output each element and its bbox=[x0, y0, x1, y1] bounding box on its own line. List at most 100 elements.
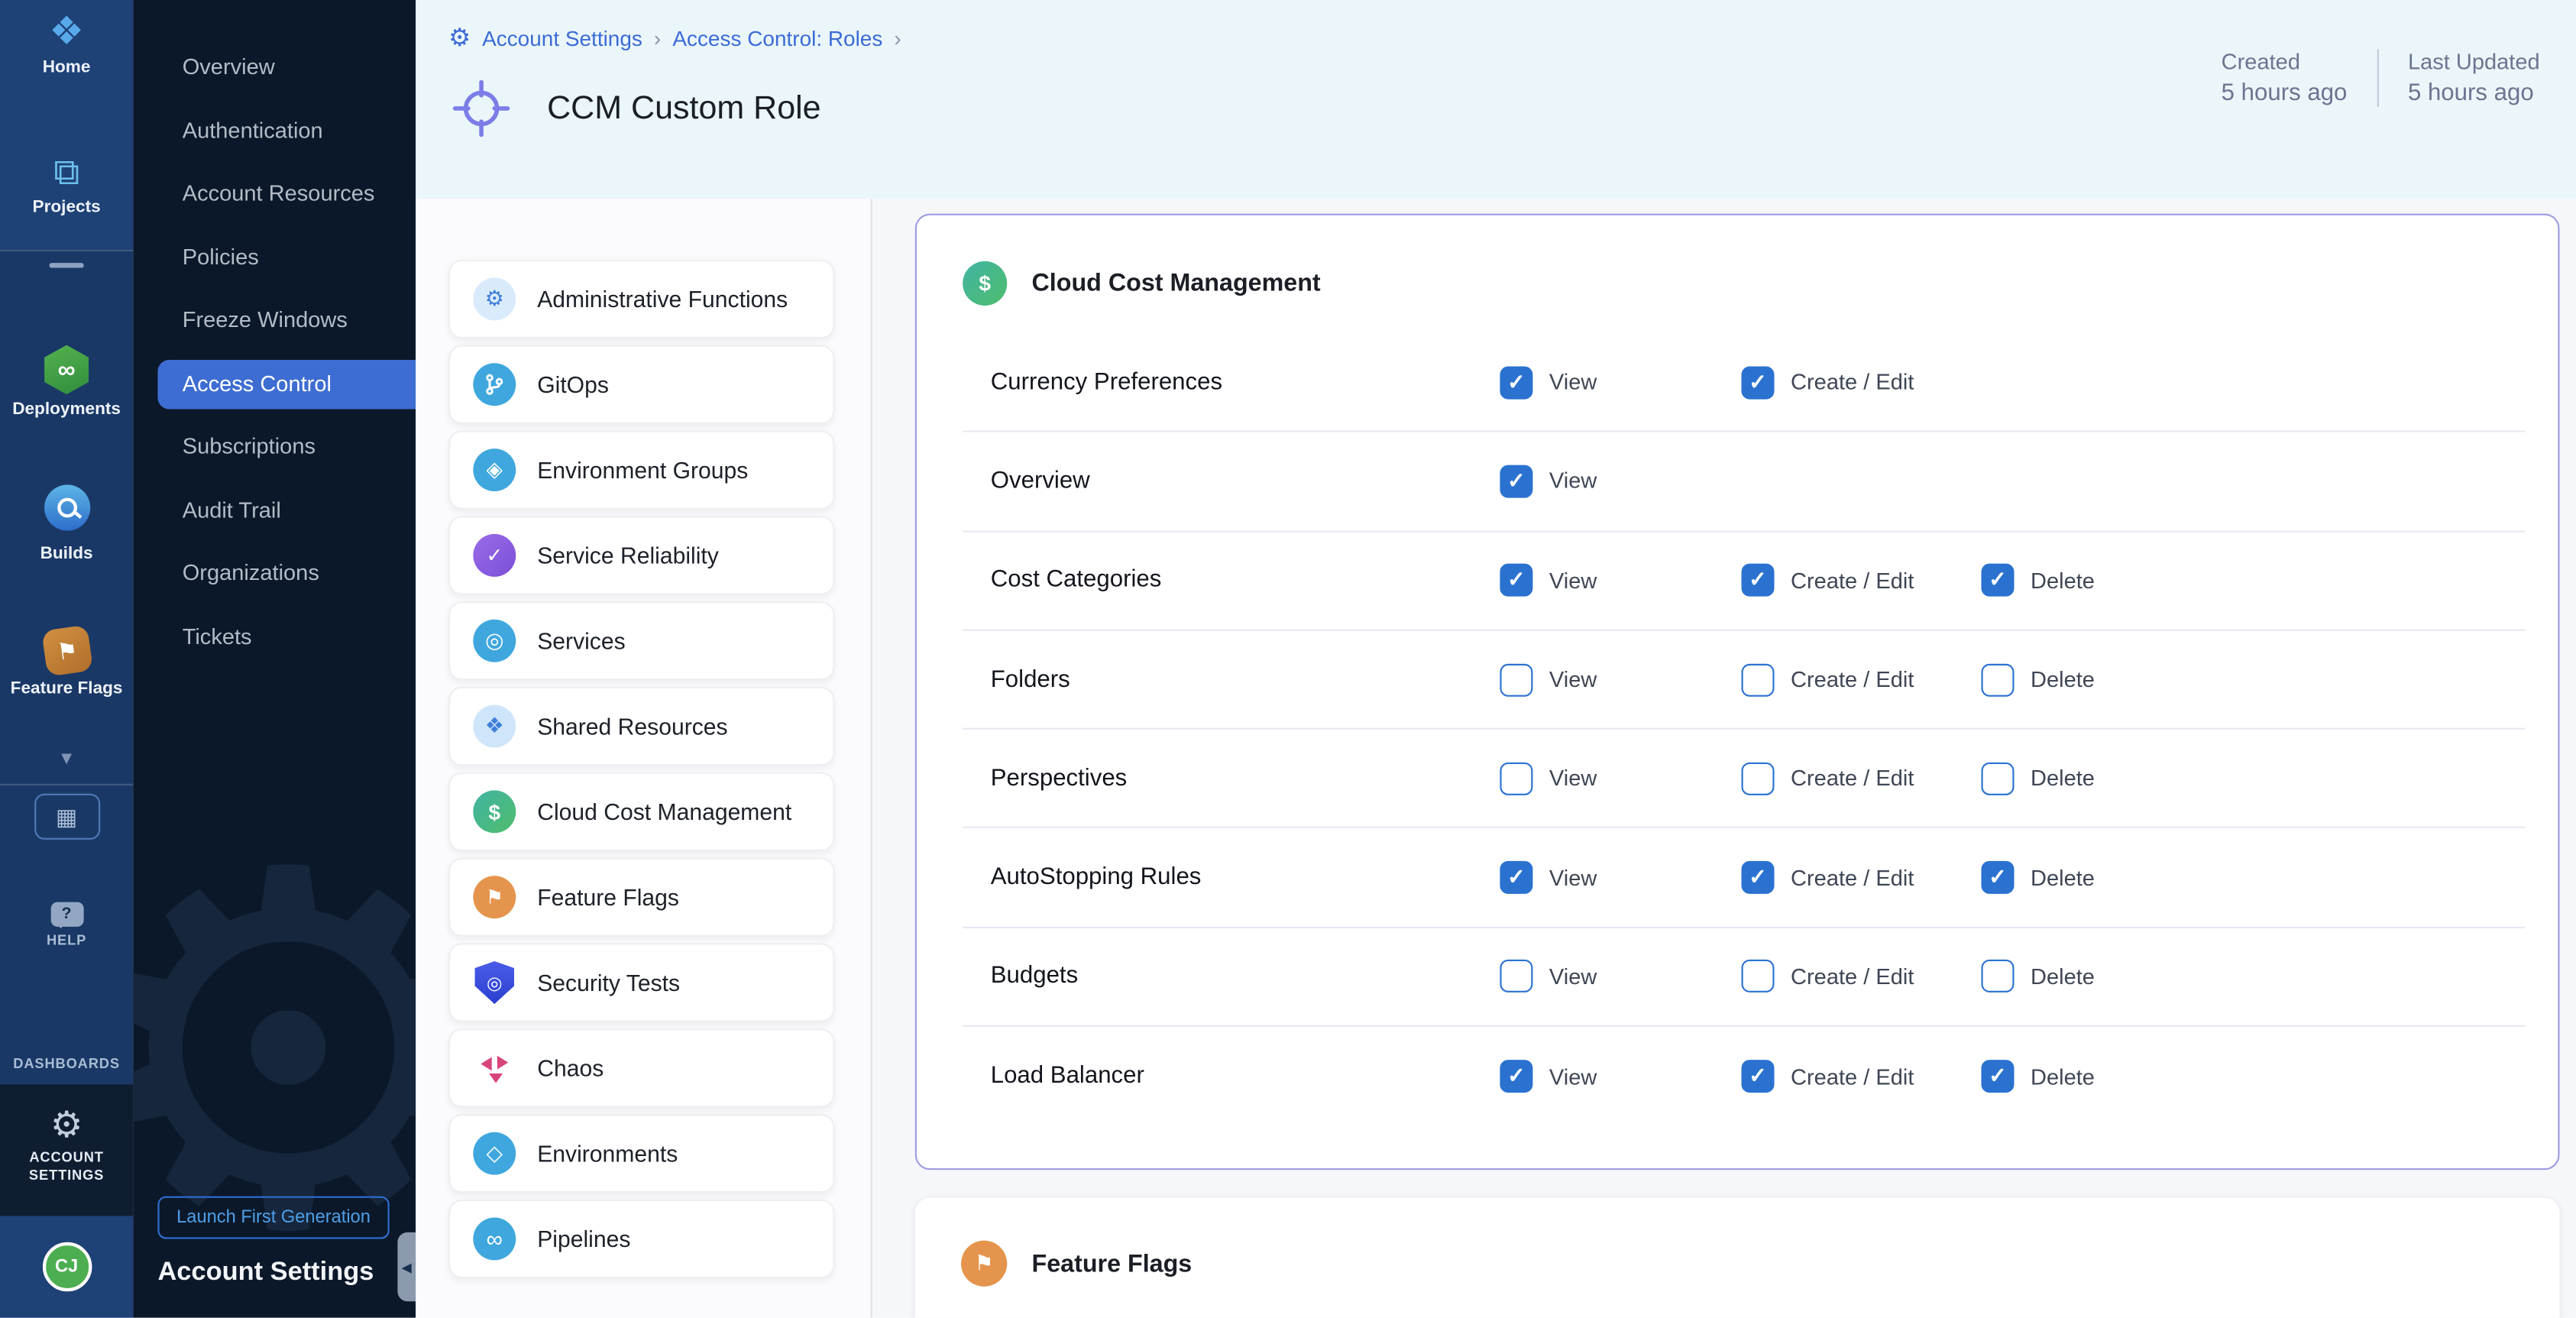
sidebar-item-dashboards[interactable]: DASHBOARDS bbox=[0, 1009, 133, 1070]
resource-card-label: Service Reliability bbox=[537, 542, 719, 568]
delete-checkbox[interactable] bbox=[1982, 861, 2015, 894]
resource-card-shared-resources[interactable]: ❖ Shared Resources bbox=[448, 687, 834, 766]
project-selector-collapsed[interactable] bbox=[50, 263, 84, 267]
resource-card-gitops[interactable]: GitOps bbox=[448, 345, 834, 424]
module-grid-icon: ▦ bbox=[34, 794, 99, 840]
crosshair-target-icon bbox=[451, 79, 510, 138]
home-icon: ❖ bbox=[49, 13, 84, 53]
resource-card-service-reliability[interactable]: ✓ Service Reliability bbox=[448, 516, 834, 594]
sidebar-item-projects[interactable]: ⧉ Projects bbox=[0, 154, 133, 217]
deployments-infinity-icon: ∞ bbox=[42, 345, 92, 395]
rail-item-label: Builds bbox=[0, 544, 133, 564]
cloud-dollar-icon: $ bbox=[473, 790, 516, 833]
checkbox-label: View bbox=[1549, 370, 1597, 394]
permission-row-label: AutoStopping Rules bbox=[991, 864, 1202, 890]
create-edit-checkbox[interactable] bbox=[1742, 762, 1775, 795]
resource-card-label: Cloud Cost Management bbox=[537, 798, 791, 824]
chaos-pinwheel-icon bbox=[473, 1047, 516, 1090]
create-edit-checkbox[interactable] bbox=[1742, 564, 1775, 597]
delete-checkbox[interactable] bbox=[1982, 663, 2015, 696]
view-checkbox[interactable] bbox=[1500, 366, 1532, 399]
rail-more-modules-chevron[interactable]: ▼ bbox=[0, 743, 133, 772]
nav-item-policies[interactable]: Policies bbox=[133, 232, 416, 283]
create-edit-checkbox[interactable] bbox=[1742, 663, 1775, 696]
gear-icon: ⚙ bbox=[50, 1107, 83, 1143]
feature-flags-panel: ⚑ Feature Flags bbox=[915, 1198, 2560, 1318]
created-label: Created bbox=[2222, 50, 2348, 74]
permission-row-budgets: Budgets View Create / Edit Delete bbox=[963, 928, 2525, 1028]
delete-checkbox[interactable] bbox=[1982, 1061, 2015, 1093]
permission-row-label: Perspectives bbox=[991, 766, 1128, 792]
resource-card-label: Security Tests bbox=[537, 970, 680, 996]
permission-row-autostopping-rules: AutoStopping Rules View Create / Edit De… bbox=[963, 829, 2525, 928]
hex-nut-icon: ◎ bbox=[473, 620, 516, 662]
module-picker-button[interactable]: ▦ bbox=[0, 794, 133, 840]
breadcrumb-access-control-roles[interactable]: Access Control: Roles bbox=[672, 25, 882, 50]
nav-item-audit-trail[interactable]: Audit Trail bbox=[133, 485, 416, 536]
delete-checkbox[interactable] bbox=[1982, 960, 2015, 993]
permission-row-label: Load Balancer bbox=[991, 1064, 1144, 1090]
resource-card-security-tests[interactable]: ◎ Security Tests bbox=[448, 943, 834, 1022]
checkbox-label: Create / Edit bbox=[1791, 370, 1914, 394]
resource-card-chaos[interactable]: Chaos bbox=[448, 1028, 834, 1107]
nav-item-overview[interactable]: Overview bbox=[133, 43, 416, 93]
git-branch-icon bbox=[473, 363, 516, 406]
create-edit-checkbox[interactable] bbox=[1742, 960, 1775, 993]
checkbox-label: View bbox=[1549, 964, 1597, 989]
create-edit-checkbox[interactable] bbox=[1742, 1061, 1775, 1093]
created-updated-meta: Created 5 hours ago Last Updated 5 hours… bbox=[2192, 50, 2569, 107]
resource-card-environments[interactable]: ◇ Environments bbox=[448, 1114, 834, 1193]
view-checkbox[interactable] bbox=[1500, 762, 1532, 795]
nav-item-tickets[interactable]: Tickets bbox=[133, 612, 416, 662]
section-header: ⚑ Feature Flags bbox=[961, 1241, 1192, 1287]
nav-list: Overview Authentication Account Resource… bbox=[133, 0, 416, 662]
checkbox-label: Create / Edit bbox=[1791, 964, 1914, 989]
create-edit-checkbox[interactable] bbox=[1742, 366, 1775, 399]
breadcrumb-account-settings[interactable]: Account Settings bbox=[482, 25, 642, 50]
resource-card-cloud-cost-management[interactable]: $ Cloud Cost Management bbox=[448, 772, 834, 851]
delete-checkbox[interactable] bbox=[1982, 564, 2015, 597]
view-checkbox[interactable] bbox=[1500, 663, 1532, 696]
view-checkbox[interactable] bbox=[1500, 861, 1532, 894]
nav-item-freeze-windows[interactable]: Freeze Windows bbox=[133, 296, 416, 346]
nav-item-account-resources[interactable]: Account Resources bbox=[133, 170, 416, 220]
create-edit-checkbox[interactable] bbox=[1742, 861, 1775, 894]
user-avatar-button[interactable]: CJ bbox=[0, 1242, 133, 1292]
projects-cube-icon: ⧉ bbox=[53, 154, 79, 190]
collapse-left-icon: ◀ bbox=[402, 1259, 412, 1274]
sidebar-item-deployments[interactable]: ∞ Deployments bbox=[0, 345, 133, 419]
permission-row-folders: Folders View Create / Edit Delete bbox=[963, 631, 2525, 730]
view-checkbox[interactable] bbox=[1500, 564, 1532, 597]
resource-card-administrative-functions[interactable]: ⚙ Administrative Functions bbox=[448, 260, 834, 338]
delete-checkbox[interactable] bbox=[1982, 762, 2015, 795]
sidebar-item-builds[interactable]: Builds bbox=[0, 484, 133, 563]
nav-item-subscriptions[interactable]: Subscriptions bbox=[133, 423, 416, 473]
resource-card-feature-flags[interactable]: ⚑ Feature Flags bbox=[448, 858, 834, 937]
permission-row-label: Cost Categories bbox=[991, 567, 1162, 593]
view-checkbox[interactable] bbox=[1500, 1061, 1532, 1093]
resource-card-services[interactable]: ◎ Services bbox=[448, 601, 834, 680]
checkbox-label: View bbox=[1549, 1064, 1597, 1089]
checkbox-label: Delete bbox=[2031, 1064, 2095, 1089]
nav-collapse-handle[interactable]: ◀ bbox=[397, 1232, 416, 1301]
section-title: Cloud Cost Management bbox=[1032, 270, 1321, 298]
resource-card-pipelines[interactable]: ∞ Pipelines bbox=[448, 1200, 834, 1278]
page-title: CCM Custom Role bbox=[547, 89, 820, 127]
view-checkbox[interactable] bbox=[1500, 465, 1532, 497]
sidebar-item-feature-flags[interactable]: ⚑ Feature Flags bbox=[0, 627, 133, 698]
nav-item-authentication[interactable]: Authentication bbox=[133, 106, 416, 157]
feature-flags-flag-icon: ⚑ bbox=[40, 625, 92, 677]
flag-icon: ⚑ bbox=[473, 876, 516, 918]
sidebar-item-account-settings[interactable]: ⚙ ACCOUNT SETTINGS bbox=[0, 1084, 133, 1216]
nav-item-access-control[interactable]: Access Control bbox=[157, 359, 416, 410]
nav-item-organizations[interactable]: Organizations bbox=[133, 549, 416, 599]
launch-first-generation-button[interactable]: Launch First Generation bbox=[157, 1197, 389, 1239]
resource-card-environment-groups[interactable]: ◈ Environment Groups bbox=[448, 430, 834, 509]
sidebar-item-home[interactable]: ❖ Home bbox=[0, 13, 133, 77]
gear-icon: ⚙ bbox=[448, 23, 471, 53]
permissions-area: $ Cloud Cost Management Currency Prefere… bbox=[872, 199, 2576, 1317]
sidebar-item-help[interactable]: ? HELP bbox=[0, 897, 133, 948]
last-updated-block: Last Updated 5 hours ago bbox=[2377, 50, 2569, 107]
checkbox-label: Delete bbox=[2031, 568, 2095, 593]
view-checkbox[interactable] bbox=[1500, 960, 1532, 993]
